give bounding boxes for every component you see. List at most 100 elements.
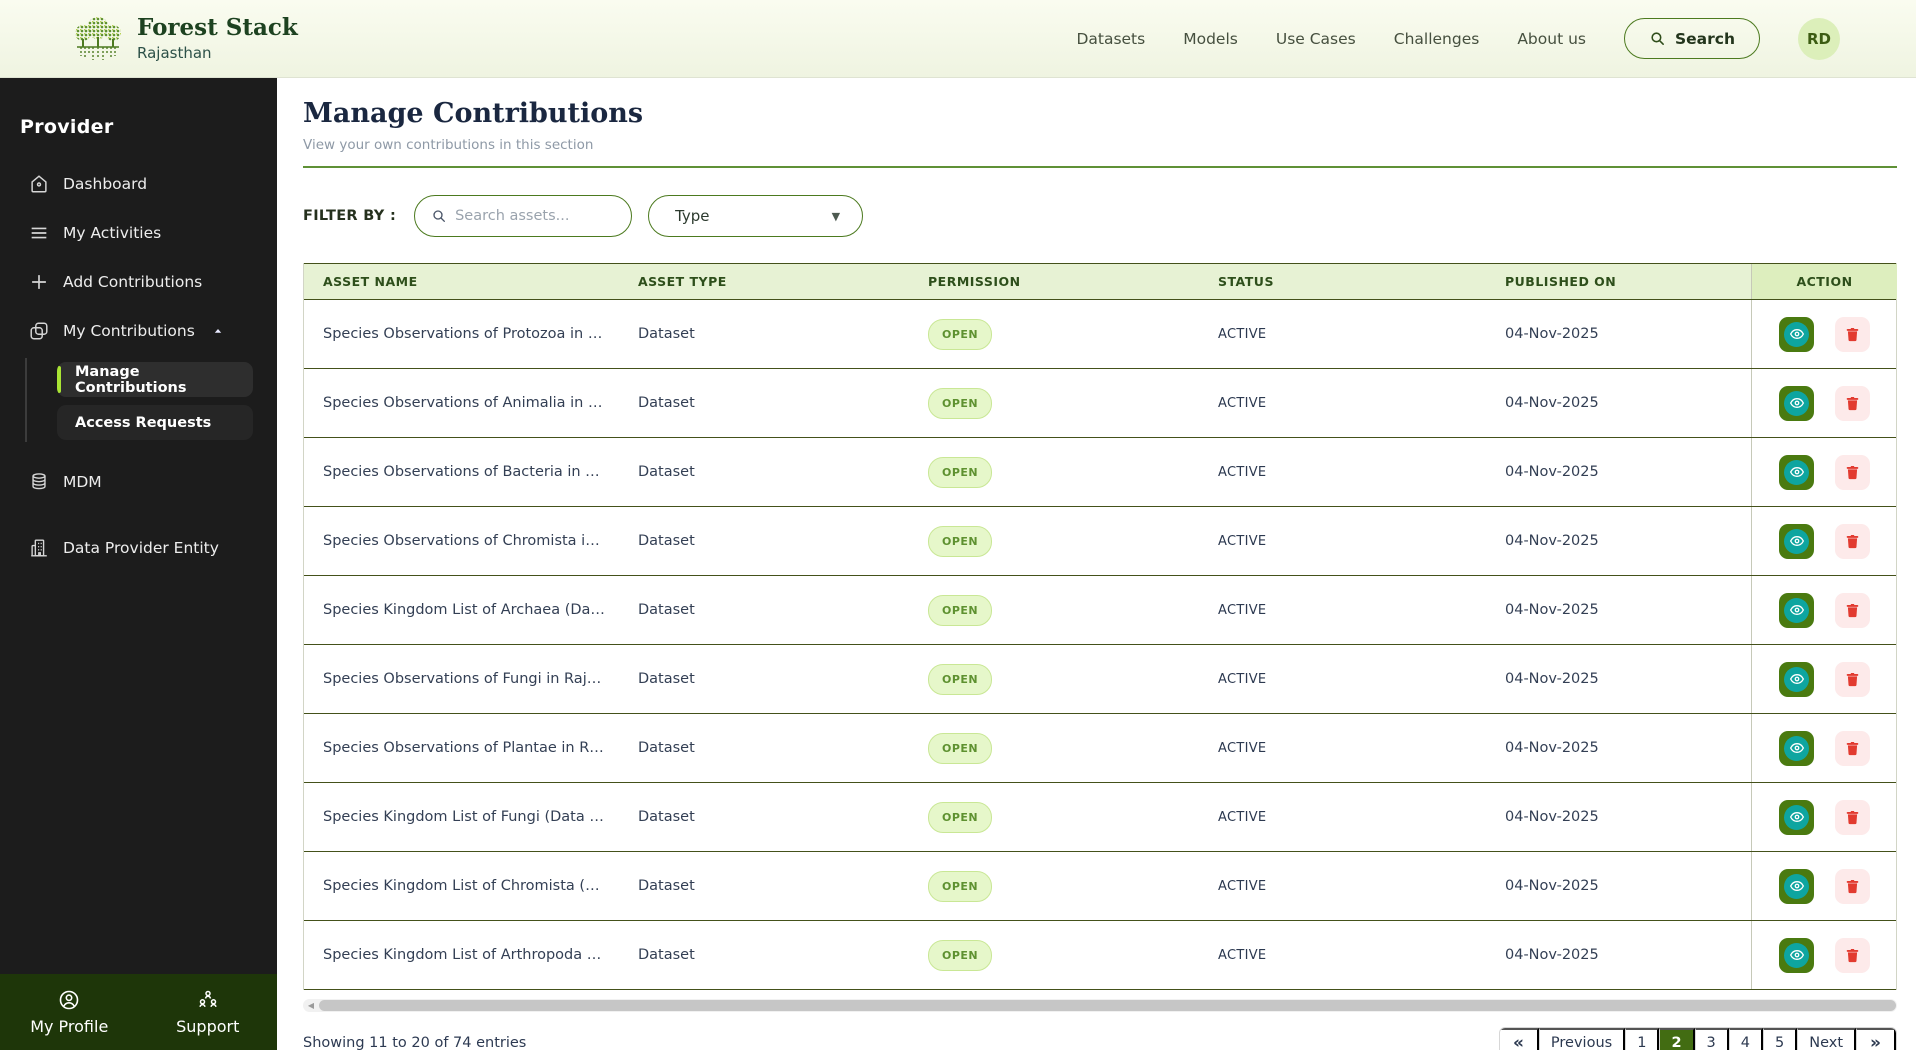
sidebar-subitem-manage-contributions[interactable]: Manage Contributions [57,362,253,397]
permission-cell: OPEN [909,300,1199,368]
delete-button[interactable] [1835,799,1870,835]
asset-name-cell[interactable]: Species Kingdom List of Archaea (Da… [304,576,619,644]
view-button[interactable] [1779,730,1814,766]
nav-about-us[interactable]: About us [1517,30,1586,48]
column-header-action: ACTION [1751,264,1897,299]
view-button[interactable] [1779,592,1814,628]
sidebar-item-mdm[interactable]: MDM [0,468,277,496]
caret-up-icon [211,324,225,338]
permission-cell: OPEN [909,783,1199,851]
asset-name-cell[interactable]: Species Observations of Chromista i… [304,507,619,575]
asset-name-cell[interactable]: Species Observations of Animalia in … [304,369,619,437]
asset-name-cell[interactable]: Species Observations of Protozoa in … [304,300,619,368]
asset-name-cell[interactable]: Species Observations of Bacteria in … [304,438,619,506]
delete-button[interactable] [1835,454,1870,490]
sidebar-item-label: Data Provider Entity [63,539,219,557]
view-button[interactable] [1779,385,1814,421]
nav-models[interactable]: Models [1183,30,1238,48]
view-button[interactable] [1779,523,1814,559]
search-button[interactable]: Search [1623,18,1760,59]
sidebar-item-my-activities[interactable]: My Activities [0,219,277,247]
action-cell [1751,645,1897,713]
scrollbar-left-arrow[interactable]: ◀ [303,1001,319,1010]
sidebar-item-add-contributions[interactable]: Add Contributions [0,268,277,296]
brand[interactable]: Forest Stack Rajasthan [72,13,298,65]
pagination-previous[interactable]: Previous [1538,1028,1626,1050]
pagination-next[interactable]: Next [1797,1028,1857,1050]
view-button[interactable] [1779,661,1814,697]
search-icon [1651,32,1664,45]
sidebar-subitem-access-requests[interactable]: Access Requests [57,405,253,440]
sidebar-item-label: MDM [63,473,102,491]
sidebar-item-data-provider-entity[interactable]: Data Provider Entity [0,534,277,562]
asset-name-cell[interactable]: Species Kingdom List of Chromista (… [304,852,619,920]
delete-button[interactable] [1835,661,1870,697]
pagination-first[interactable]: « [1499,1028,1539,1050]
trash-icon [1846,534,1859,548]
column-header-permission: PERMISSION [928,274,1021,289]
brand-subtitle: Rajasthan [137,43,212,62]
pagination: «Previous 1 2 3 4 5 Next» [1498,1027,1897,1050]
delete-button[interactable] [1835,523,1870,559]
column-header-published-on: PUBLISHED ON [1505,274,1617,289]
permission-cell: OPEN [909,576,1199,644]
nav-datasets[interactable]: Datasets [1076,30,1145,48]
view-button[interactable] [1779,316,1814,352]
type-dropdown[interactable]: Type ▼ [648,195,864,237]
status-cell: ACTIVE [1218,464,1267,480]
avatar[interactable]: RD [1798,17,1840,60]
published-on-cell: 04-Nov-2025 [1505,809,1599,825]
view-button[interactable] [1779,868,1814,904]
sidebar-item-my-contributions[interactable]: My Contributions [0,317,277,345]
table-row: Species Kingdom List of Archaea (Da… Dat… [304,576,1896,645]
scrollbar-thumb[interactable] [319,1000,1896,1011]
contributions-table: ASSET NAME ASSET TYPE PERMISSION STATUS PUBL… [303,263,1897,990]
asset-name-cell[interactable]: Species Kingdom List of Arthropoda … [304,921,619,989]
sidebar-item-dashboard[interactable]: Dashboard [0,170,277,198]
pagination-page-4[interactable]: 4 [1728,1028,1763,1050]
permission-badge: OPEN [928,801,993,833]
asset-name-cell[interactable]: Species Observations of Fungi in Raj… [304,645,619,713]
eye-icon [1784,804,1809,830]
sidebar-footer-support[interactable]: Support [139,988,278,1036]
building-icon [28,537,50,559]
eye-icon [1784,873,1809,899]
sidebar-footer-my-profile[interactable]: My Profile [0,988,139,1036]
pagination-page-2[interactable]: 2 [1659,1028,1695,1050]
published-on-cell: 04-Nov-2025 [1505,602,1599,618]
asset-name-cell[interactable]: Species Kingdom List of Fungi (Data … [304,783,619,851]
asset-name-cell[interactable]: Species Observations of Plantae in R… [304,714,619,782]
delete-button[interactable] [1835,592,1870,628]
database-icon [28,471,50,493]
table-row: Species Kingdom List of Arthropoda … Dat… [304,921,1896,990]
nav-use-cases[interactable]: Use Cases [1276,30,1356,48]
pagination-last[interactable]: » [1856,1028,1896,1050]
delete-button[interactable] [1835,868,1870,904]
permission-badge: OPEN [928,387,993,419]
table-row: Species Kingdom List of Chromista (… Dat… [304,852,1896,921]
pagination-page-3[interactable]: 3 [1694,1028,1729,1050]
sidebar-nav: Dashboard My Activities Add Contributions M… [0,170,277,562]
view-button[interactable] [1779,799,1814,835]
horizontal-scrollbar[interactable]: ◀ [303,999,1897,1012]
pagination-page-1[interactable]: 1 [1625,1028,1660,1050]
nav-challenges[interactable]: Challenges [1394,30,1480,48]
sidebar-footer-label: Support [176,1017,240,1036]
view-button[interactable] [1779,454,1814,490]
sidebar-footer-label: My Profile [30,1017,109,1036]
delete-button[interactable] [1835,730,1870,766]
title-divider [303,166,1897,168]
asset-search-input[interactable] [455,208,606,224]
view-button[interactable] [1779,937,1814,973]
delete-button[interactable] [1835,937,1870,973]
pagination-page-5[interactable]: 5 [1763,1028,1798,1050]
type-dropdown-label: Type [675,207,710,225]
eye-icon [1784,528,1809,554]
action-cell [1751,300,1897,368]
delete-button[interactable] [1835,385,1870,421]
chevron-down-icon: ▼ [831,209,841,223]
status-cell: ACTIVE [1218,602,1267,618]
published-on-cell: 04-Nov-2025 [1505,464,1599,480]
delete-button[interactable] [1835,316,1870,352]
sidebar-submenu: Manage Contributions Access Requests [0,358,277,450]
